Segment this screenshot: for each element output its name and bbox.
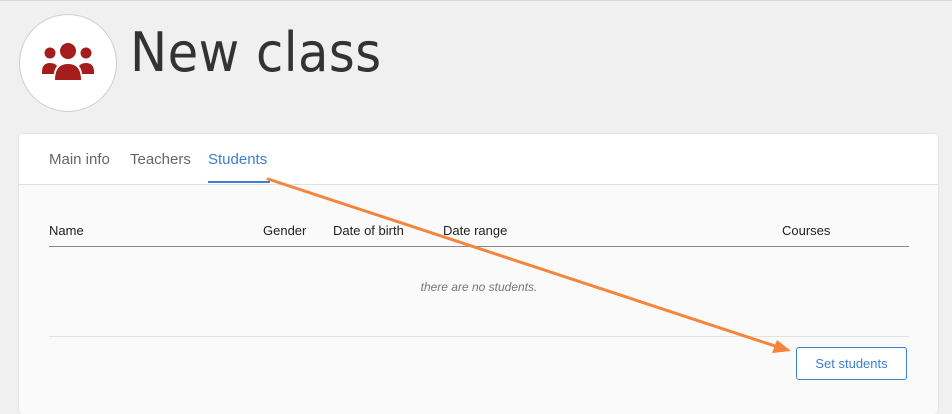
column-header-gender: Gender [263, 223, 307, 238]
users-group-icon [42, 43, 94, 80]
column-header-date-of-birth: Date of birth [333, 223, 404, 238]
column-header-name: Name [49, 223, 84, 238]
column-header-courses: Courses [782, 223, 831, 238]
tab-students[interactable]: Students [208, 151, 267, 168]
empty-table-message: there are no students. [420, 280, 538, 294]
class-avatar [19, 14, 117, 112]
top-border [0, 0, 952, 1]
active-tab-indicator [208, 181, 270, 183]
column-header-date-range: Date range [443, 223, 508, 238]
tab-teachers[interactable]: Teachers [130, 151, 191, 168]
page-title: New class [130, 21, 382, 84]
class-card: Main info Teachers Students Name Gender … [19, 134, 938, 414]
tab-bar: Main info Teachers Students [19, 134, 938, 185]
footer-divider [49, 336, 909, 337]
set-students-button[interactable]: Set students [796, 347, 907, 380]
tab-main-info[interactable]: Main info [49, 151, 110, 168]
table-header-divider [49, 246, 909, 247]
